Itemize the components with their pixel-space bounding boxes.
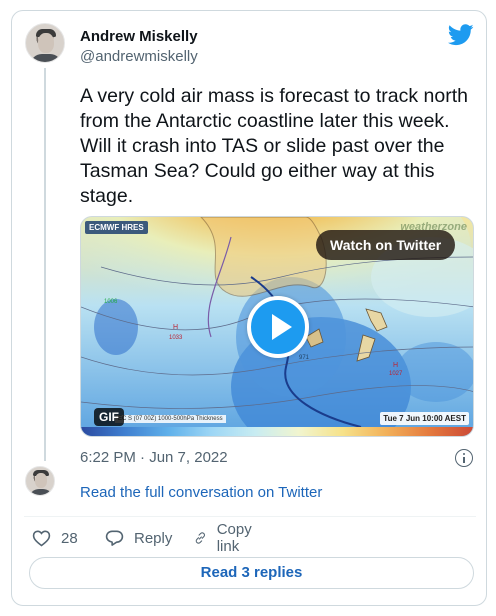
thickness-color-scale bbox=[81, 427, 473, 436]
pressure-label-1033: 1033 bbox=[169, 335, 183, 341]
thread-connector-line bbox=[44, 68, 46, 461]
play-button[interactable] bbox=[247, 296, 309, 358]
media-video-preview[interactable]: H 1033 1006 971 H 1027 ECMWF HRES weathe… bbox=[80, 216, 474, 437]
like-count: 28 bbox=[61, 529, 78, 547]
watch-on-twitter-button[interactable]: Watch on Twitter bbox=[316, 230, 456, 260]
tweet-text: A very cold air mass is forecast to trac… bbox=[80, 85, 468, 207]
model-badge: ECMWF HRES bbox=[85, 221, 148, 234]
pressure-label-1006: 1006 bbox=[104, 299, 118, 305]
info-icon[interactable] bbox=[455, 449, 473, 467]
reply-button[interactable]: Reply bbox=[105, 527, 172, 549]
author-avatar[interactable] bbox=[25, 23, 65, 63]
reply-bubble-icon bbox=[105, 530, 124, 546]
twitter-bird-icon[interactable] bbox=[448, 24, 474, 46]
map-caption: EC S (07 00Z) 1000-500hPa Thickness bbox=[115, 415, 226, 423]
map-date-label: Tue 7 Jun 10:00 AEST bbox=[380, 412, 469, 425]
read-conversation-link[interactable]: Read the full conversation on Twitter bbox=[80, 484, 322, 501]
heart-icon bbox=[32, 530, 51, 547]
pressure-label-h2: H bbox=[393, 362, 398, 369]
conversation-avatar bbox=[25, 466, 55, 496]
author-handle[interactable]: @andrewmiskelly bbox=[80, 48, 198, 65]
tweet-timestamp[interactable]: 6:22 PM · Jun 7, 2022 bbox=[80, 449, 228, 466]
link-icon bbox=[195, 532, 206, 544]
like-button[interactable]: 28 bbox=[32, 527, 78, 549]
pressure-label-1027: 1027 bbox=[389, 371, 403, 377]
pressure-label-971: 971 bbox=[299, 355, 310, 361]
gif-badge: GIF bbox=[94, 408, 124, 426]
play-icon bbox=[272, 314, 292, 340]
read-replies-button[interactable]: Read 3 replies bbox=[29, 557, 474, 589]
reply-label: Reply bbox=[134, 529, 173, 547]
pressure-label-h1: H bbox=[173, 324, 178, 331]
author-name[interactable]: Andrew Miskelly bbox=[80, 28, 198, 45]
copy-link-label: Copy link bbox=[216, 521, 252, 555]
copy-link-button[interactable]: Copy link bbox=[194, 521, 258, 555]
actions-divider bbox=[24, 516, 476, 517]
